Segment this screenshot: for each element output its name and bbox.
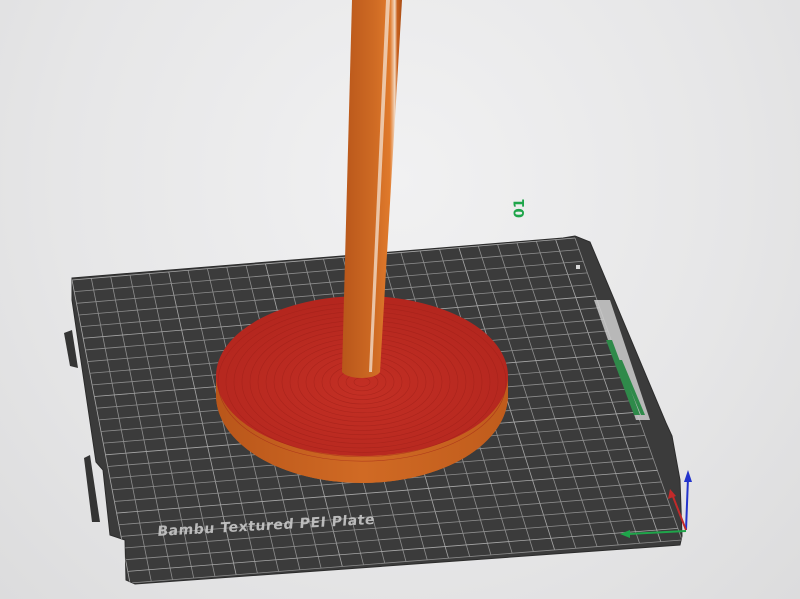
build-plate-scene[interactable] <box>0 0 800 599</box>
plate-tab-left <box>64 330 78 368</box>
plate-number: 01 <box>512 198 528 218</box>
plate-tab-left-lower <box>84 455 100 522</box>
3d-viewport[interactable]: 01 Bambu Textured PEI Plate <box>0 0 800 599</box>
